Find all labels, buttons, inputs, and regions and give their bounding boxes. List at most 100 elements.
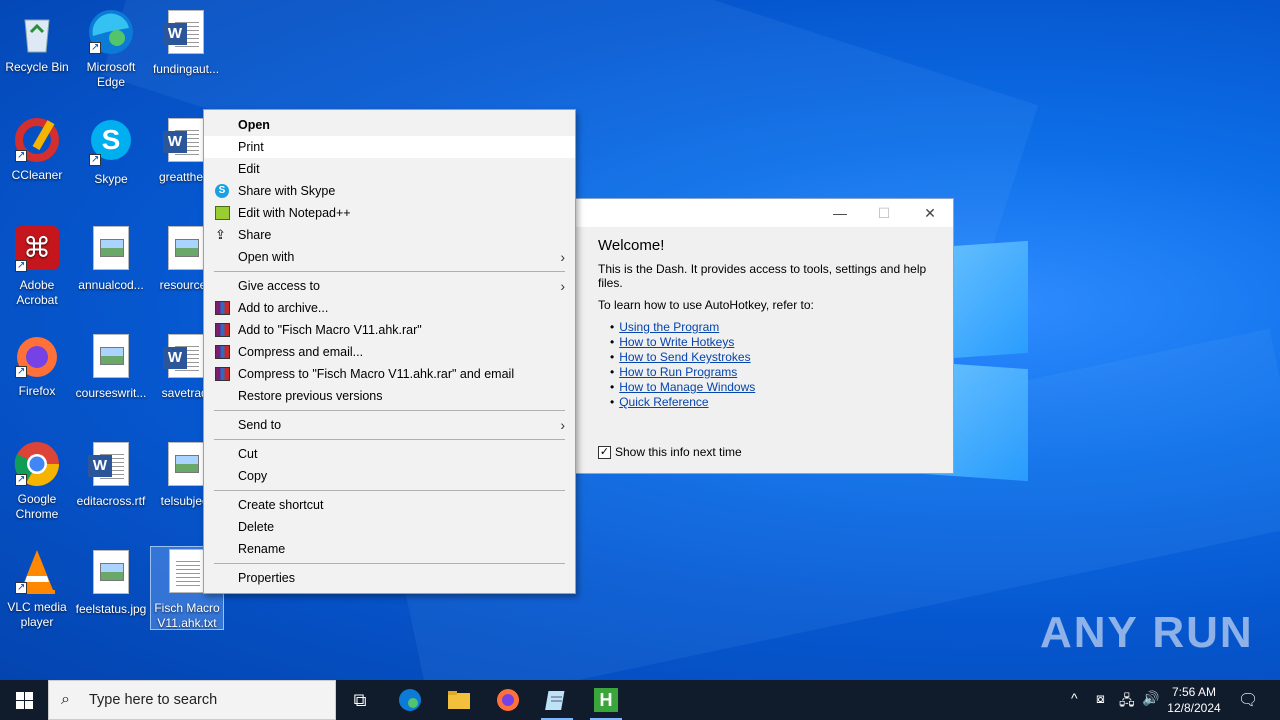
notification-center-icon[interactable]: 🗨 [1238,690,1258,710]
menu-item-edit-with-notepad-plus-plus[interactable]: Edit with Notepad++ [204,202,575,224]
taskbar: ⌕ Type here to search ⧉ H ^ ⧇ 🖧 🔊 7:56 A… [0,680,1280,720]
link-write-hotkeys[interactable]: How to Write Hotkeys [619,335,734,349]
dash-heading: Welcome! [598,237,665,254]
taskbar-firefox[interactable] [484,680,532,720]
close-icon[interactable]: ✕ [915,203,945,223]
link-quick-reference[interactable]: Quick Reference [619,395,708,409]
taskbar-notepad[interactable] [533,680,581,720]
desktop-icon-image-file[interactable]: annualcod... [74,224,148,293]
link-run-programs[interactable]: How to Run Programs [619,365,737,379]
skype-icon: S [215,184,229,198]
image-file-icon [87,334,135,382]
menu-item-compress-to-rar-and-email[interactable]: Compress to "Fisch Macro V11.ahk.rar" an… [204,363,575,385]
task-view-button[interactable]: ⧉ [336,680,384,720]
dash-intro: This is the Dash. It provides access to … [598,262,927,290]
menu-item-print[interactable]: Print [204,136,575,158]
desktop-icon-skype[interactable]: S Skype [74,116,148,187]
window-titlebar[interactable]: — ☐ ✕ [576,199,953,227]
list-item: How to Write Hotkeys [610,335,931,350]
menu-separator [214,271,565,272]
menu-item-send-to[interactable]: Send to › [204,414,575,436]
taskbar-search-box[interactable]: ⌕ Type here to search [48,680,336,720]
context-menu: Open Print Edit S Share with Skype Edit w… [203,109,576,594]
link-send-keystrokes[interactable]: How to Send Keystrokes [619,350,750,364]
taskbar-autohotkey[interactable]: H [582,680,630,720]
menu-item-add-to-rar[interactable]: Add to "Fisch Macro V11.ahk.rar" [204,319,575,341]
menu-item-copy[interactable]: Copy [204,465,575,487]
chevron-up-icon[interactable]: ^ [1071,690,1078,706]
winrar-icon [215,323,230,337]
menu-item-rename[interactable]: Rename [204,538,575,560]
menu-item-delete[interactable]: Delete [204,516,575,538]
menu-item-restore-previous-versions[interactable]: Restore previous versions [204,385,575,407]
checkmark-icon[interactable]: ✓ [598,445,611,459]
winrar-icon [215,301,230,315]
menu-item-create-shortcut[interactable]: Create shortcut [204,494,575,516]
winrar-icon [215,367,230,381]
desktop-icon-image-file[interactable]: courseswrit... [74,332,148,401]
list-item: Using the Program [610,320,931,335]
volume-icon[interactable]: 🔊 [1142,690,1159,707]
desktop-icon-word-file[interactable]: W fundingaut... [149,8,223,77]
task-view-icon: ⧉ [353,690,367,710]
edge-icon [87,8,135,56]
desktop-icon-image-file[interactable]: feelstatus.jpg [74,548,148,617]
checkbox-label: Show this info next time [615,445,742,459]
firefox-icon [496,688,520,712]
menu-separator [214,563,565,564]
desktop-icon-microsoft-edge[interactable]: Microsoft Edge [74,8,148,90]
vlc-icon [13,548,61,596]
folder-icon [447,688,471,712]
desktop-icon-adobe-acrobat[interactable]: ⌘ Adobe Acrobat [0,224,74,308]
taskbar-file-explorer[interactable] [435,680,483,720]
share-icon: ⇪ [215,227,226,242]
taskbar-clock[interactable]: 7:56 AM 12/8/2024 [1164,684,1224,716]
list-item: How to Run Programs [610,365,931,380]
show-info-checkbox[interactable]: ✓ Show this info next time [598,445,742,459]
desktop-icon-vlc[interactable]: VLC media player [0,548,74,630]
menu-item-add-to-archive[interactable]: Add to archive... [204,297,575,319]
desktop-icon-google-chrome[interactable]: Google Chrome [0,440,74,522]
image-file-icon [87,550,135,598]
menu-item-open-with[interactable]: Open with › [204,246,575,268]
chevron-right-icon: › [560,249,565,265]
menu-item-edit[interactable]: Edit [204,158,575,180]
link-using-the-program[interactable]: Using the Program [619,320,719,334]
image-file-icon [87,226,135,274]
shortcut-arrow-icon [89,40,101,55]
firefox-icon [13,332,61,380]
menu-item-share-with-skype[interactable]: S Share with Skype [204,180,575,202]
recycle-bin-icon [13,8,61,56]
taskbar-edge[interactable] [386,680,434,720]
people-icon[interactable]: ⧇ [1096,690,1105,707]
desktop-icon-recycle-bin[interactable]: Recycle Bin [0,8,74,75]
network-icon[interactable]: 🖧 [1119,690,1135,714]
desktop-icon-ccleaner[interactable]: CCleaner [0,116,74,183]
dash-learn: To learn how to use AutoHotkey, refer to… [598,298,814,312]
desktop-icon-firefox[interactable]: Firefox [0,332,74,399]
start-button[interactable] [0,680,48,720]
menu-item-compress-and-email[interactable]: Compress and email... [204,341,575,363]
clock-time: 7:56 AM [1171,685,1217,699]
menu-item-share[interactable]: ⇪ Share [204,224,575,246]
winrar-icon [215,345,230,359]
autohotkey-dash-window: — ☐ ✕ Welcome! This is the Dash. It prov… [575,198,954,474]
skype-icon: S [87,120,135,168]
minimize-icon[interactable]: — [825,203,855,223]
shortcut-arrow-icon [15,472,27,487]
menu-item-cut[interactable]: Cut [204,443,575,465]
menu-item-open[interactable]: Open [204,114,575,136]
desktop-icon-word-file[interactable]: W editacross.rtf [74,440,148,509]
shortcut-arrow-icon [15,148,27,163]
shortcut-arrow-icon [15,258,27,273]
word-document-icon: W [162,10,210,58]
menu-item-give-access-to[interactable]: Give access to › [204,275,575,297]
list-item: Quick Reference [610,395,931,410]
acrobat-icon: ⌘ [13,226,61,274]
notepad-icon [545,688,569,712]
menu-item-properties[interactable]: Properties [204,567,575,589]
word-document-icon: W [87,442,135,490]
link-manage-windows[interactable]: How to Manage Windows [619,380,755,394]
chevron-right-icon: › [560,278,565,294]
notepad-plus-plus-icon [215,206,230,220]
